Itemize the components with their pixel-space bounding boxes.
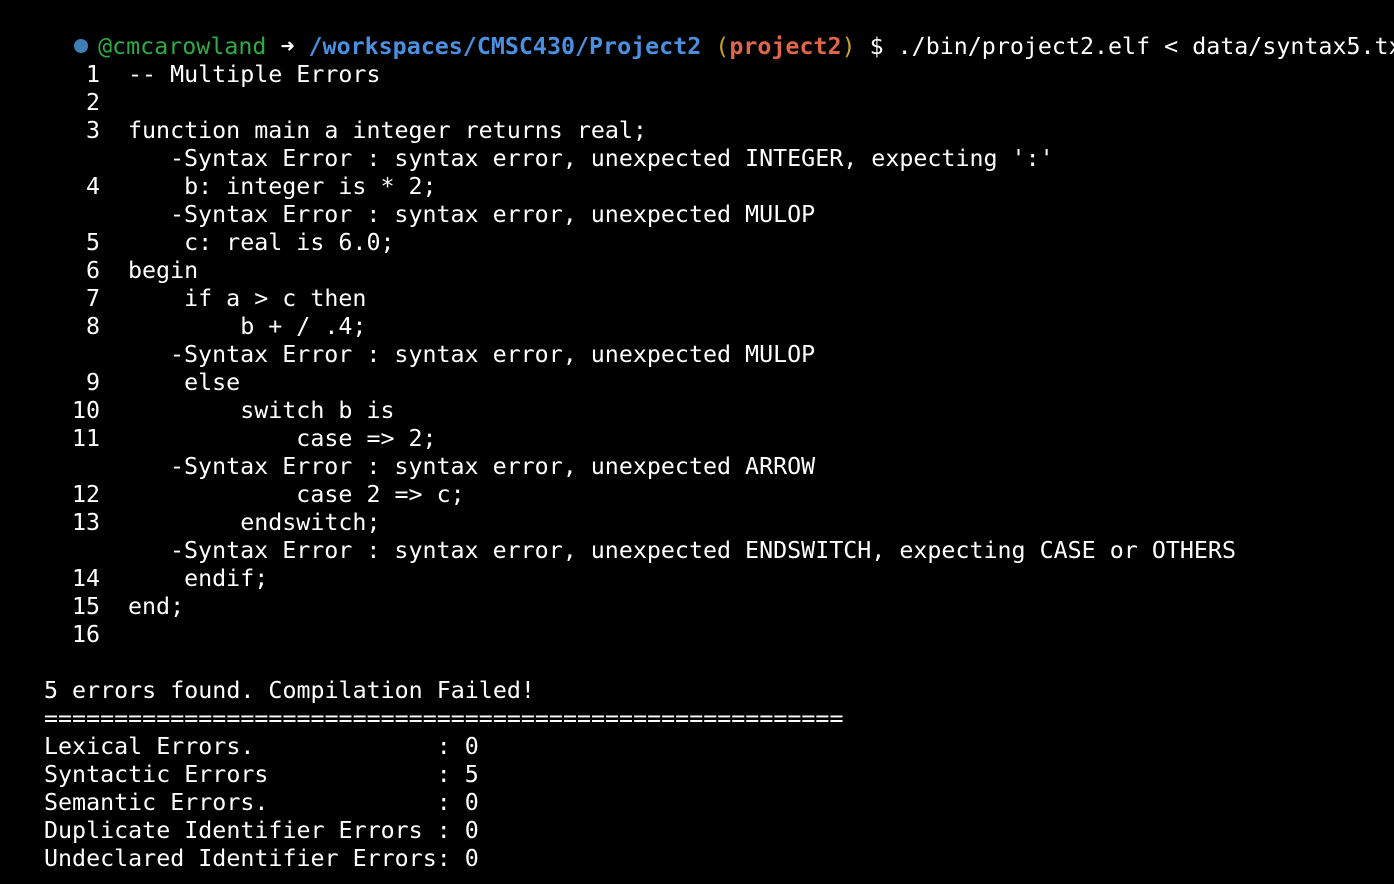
compilation-result: 5 errors found. Compilation Failed! bbox=[44, 677, 535, 704]
prompt-git-branch: project2 bbox=[729, 33, 842, 60]
line-number: 1 bbox=[85, 61, 100, 88]
source-code-line: endswitch; bbox=[128, 509, 381, 536]
source-code-line: switch b is bbox=[128, 397, 395, 424]
line-number: 9 bbox=[85, 369, 100, 396]
summary-row: Lexical Errors. : 0 bbox=[44, 733, 479, 760]
line-number: 7 bbox=[85, 285, 100, 312]
listing-line: 8 b + / .4; bbox=[0, 313, 1394, 341]
syntax-error-message: -Syntax Error : syntax error, unexpected… bbox=[170, 537, 1236, 564]
line-number: 15 bbox=[71, 593, 100, 620]
listing-line: 9 else bbox=[0, 369, 1394, 397]
prompt-user: @cmcarowland bbox=[98, 33, 267, 60]
line-number: 2 bbox=[85, 89, 100, 116]
listing-line: 14 endif; bbox=[0, 565, 1394, 593]
summary-row: Syntactic Errors : 5 bbox=[44, 761, 479, 788]
line-number: 5 bbox=[85, 229, 100, 256]
summary-divider: ========================================… bbox=[44, 705, 844, 732]
source-code-line: case => 2; bbox=[128, 425, 437, 452]
prompt-path: /workspaces/CMSC430/Project2 bbox=[308, 33, 702, 60]
listing-line: 7 if a > c then bbox=[0, 285, 1394, 313]
source-code-line: c: real is 6.0; bbox=[128, 229, 395, 256]
summary-row: Undeclared Identifier Errors: 0 bbox=[44, 845, 479, 872]
line-number: 14 bbox=[71, 565, 100, 592]
listing-line: 12 case 2 => c; bbox=[0, 481, 1394, 509]
branch-open-paren: ( bbox=[715, 33, 730, 60]
listing-line: 11 case => 2; bbox=[0, 425, 1394, 453]
line-number: 4 bbox=[85, 173, 100, 200]
line-number: 12 bbox=[71, 481, 100, 508]
source-code-line: -- Multiple Errors bbox=[128, 61, 381, 88]
listing-line: 15 end; bbox=[0, 593, 1394, 621]
listing-line: 16 bbox=[0, 621, 1394, 649]
listing-line: 10 switch b is bbox=[0, 397, 1394, 425]
branch-close-paren: ) bbox=[841, 33, 856, 60]
line-number: 11 bbox=[71, 425, 100, 452]
line-number: 6 bbox=[85, 257, 100, 284]
syntax-error-message: -Syntax Error : syntax error, unexpected… bbox=[170, 145, 1054, 172]
status-dot-icon bbox=[74, 38, 89, 53]
source-code-line: b + / .4; bbox=[128, 313, 367, 340]
listing-line: 3 function main a integer returns real; bbox=[0, 117, 1394, 145]
listing-line: 5 c: real is 6.0; bbox=[0, 229, 1394, 257]
summary-row: Semantic Errors. : 0 bbox=[44, 789, 479, 816]
source-code-line: endif; bbox=[128, 565, 269, 592]
shell-prompt: @cmcarowland ➜ /workspaces/CMSC430/Proje… bbox=[18, 5, 1394, 60]
prompt-command: $ ./bin/project2.elf < data/syntax5.txt bbox=[869, 33, 1394, 60]
line-number: 10 bbox=[71, 397, 100, 424]
source-code-line: function main a integer returns real; bbox=[128, 117, 647, 144]
line-number: 3 bbox=[85, 117, 100, 144]
source-code-line: if a > c then bbox=[128, 285, 367, 312]
syntax-error-message: -Syntax Error : syntax error, unexpected… bbox=[170, 201, 816, 228]
source-code-line: case 2 => c; bbox=[128, 481, 465, 508]
line-number: 8 bbox=[85, 313, 100, 340]
prompt-arrow-icon: ➜ bbox=[280, 33, 295, 60]
line-number: 13 bbox=[71, 509, 100, 536]
source-code-line: else bbox=[128, 369, 241, 396]
line-number: 16 bbox=[71, 621, 100, 648]
syntax-error-message: -Syntax Error : syntax error, unexpected… bbox=[170, 453, 816, 480]
listing-line: 2 bbox=[0, 89, 1394, 117]
summary-row: Duplicate Identifier Errors : 0 bbox=[44, 817, 479, 844]
terminal-window[interactable]: @cmcarowland ➜ /workspaces/CMSC430/Proje… bbox=[0, 0, 1394, 884]
listing-line: 1 -- Multiple Errors bbox=[0, 61, 1394, 89]
listing-line: 13 endswitch; bbox=[0, 509, 1394, 537]
listing-line: 4 b: integer is * 2; bbox=[0, 173, 1394, 201]
source-code-line: begin bbox=[128, 257, 199, 284]
syntax-error-message: -Syntax Error : syntax error, unexpected… bbox=[170, 341, 816, 368]
listing-line: 6 begin bbox=[0, 257, 1394, 285]
source-code-line: end; bbox=[128, 593, 185, 620]
source-code-line: b: integer is * 2; bbox=[128, 173, 437, 200]
